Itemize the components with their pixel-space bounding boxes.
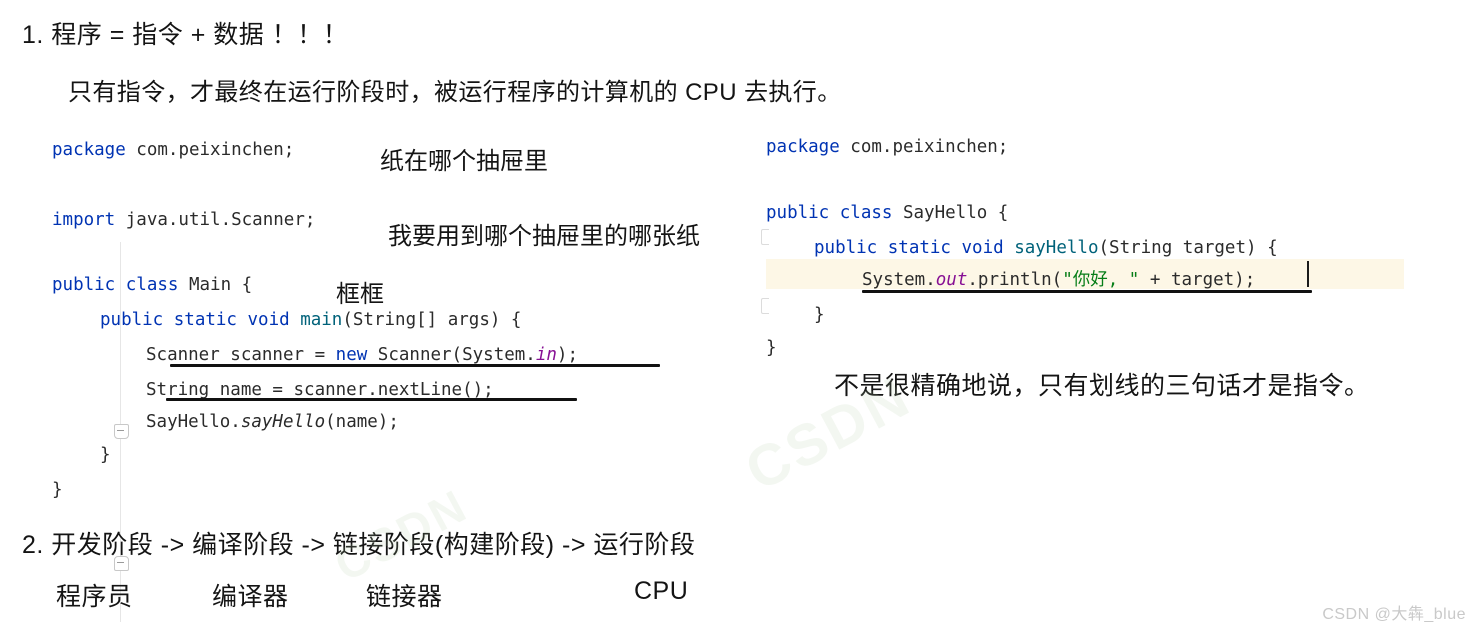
role-linker: 链接器 [366, 583, 443, 611]
code-line[interactable]: } [52, 473, 63, 508]
code-fold-collapse-icon[interactable] [114, 424, 129, 439]
code-token: java.util.Scanner; [115, 210, 316, 230]
code-token: } [100, 445, 111, 465]
code-token: SayHello. [146, 412, 241, 432]
role-compiler: 编译器 [212, 583, 289, 611]
note-item-1-detail: 只有指令，才最终在运行阶段时，被运行程序的计算机的 CPU 去执行。 [68, 79, 842, 106]
code-token: public class [766, 203, 893, 223]
code-line[interactable]: public static void sayHello(String targe… [814, 231, 1278, 266]
code-line[interactable]: public static void main(String[] args) { [100, 303, 521, 338]
code-line[interactable]: public class Main { [52, 268, 252, 303]
code-line[interactable]: } [814, 298, 825, 333]
code-line[interactable]: import java.util.Scanner; [52, 203, 315, 238]
code-token: Main { [178, 275, 253, 295]
left-code-editor[interactable]: package com.peixinchen; import java.util.… [52, 118, 732, 622]
code-token: ); [556, 345, 578, 365]
right-code-editor[interactable]: package com.peixinchen; public class SayH… [766, 124, 1426, 364]
code-token: public static void [100, 310, 290, 330]
code-token: System. [862, 270, 936, 290]
code-token: (String target) { [1098, 238, 1278, 258]
annotation-which-paper-in-which-drawer: 我要用到哪个抽屉里的哪张纸 [388, 223, 700, 250]
code-token: } [52, 480, 63, 500]
code-token: new [335, 345, 368, 365]
annotation-paper-in-which-drawer: 纸在哪个抽屉里 [380, 148, 548, 175]
code-token: com.peixinchen; [125, 140, 295, 160]
code-token: sayHello [240, 412, 326, 432]
code-token: Scanner(System. [367, 345, 536, 365]
role-programmer: 程序员 [56, 583, 133, 611]
code-token: (String[] args) { [342, 310, 522, 330]
csdn-author-watermark: CSDN @大犇_blue [1322, 606, 1466, 623]
code-line[interactable]: package com.peixinchen; [52, 133, 294, 168]
code-line[interactable]: String name = scanner.nextLine(); [146, 373, 494, 408]
note-item-1-program-equals: 1. 程序 = 指令 + 数据 ！！！ [22, 21, 349, 49]
code-token: } [766, 338, 777, 358]
code-line[interactable]: } [100, 438, 111, 473]
code-token: } [814, 305, 825, 325]
handdrawn-underline-string-name-line [166, 398, 577, 401]
code-line[interactable]: package com.peixinchen; [766, 130, 1008, 165]
role-cpu: CPU [634, 577, 689, 605]
code-line[interactable]: public class SayHello { [766, 196, 1008, 231]
code-line[interactable]: SayHello.sayHello(name); [146, 405, 399, 440]
code-token: + target); [1139, 270, 1256, 290]
code-token: in [535, 345, 557, 365]
code-line[interactable]: } [766, 331, 777, 366]
code-token: out [935, 270, 968, 290]
code-token: Scanner scanner = [146, 345, 336, 365]
note-item-2-stages: 2. 开发阶段 -> 编译阶段 -> 链接阶段(构建阶段) -> 运行阶段 [22, 531, 696, 559]
code-token: package [766, 137, 840, 157]
annotation-summary-underlined-are-instructions: 不是很精确地说，只有划线的三句话才是指令。 [834, 372, 1370, 400]
annotation-box: 框框 [336, 281, 384, 308]
code-token: public class [52, 275, 179, 295]
code-token: (name); [325, 412, 399, 432]
code-token: SayHello { [892, 203, 1009, 223]
code-line[interactable]: Scanner scanner = new Scanner(System.in)… [146, 338, 578, 373]
handdrawn-underline-scanner-line [170, 364, 660, 367]
code-token: public static void [814, 238, 1004, 258]
code-token: String name = scanner.nextLine(); [146, 380, 494, 400]
handdrawn-underline-println-line [862, 290, 1312, 293]
code-token: "你好, " [1062, 270, 1140, 290]
code-token: sayHello [1014, 238, 1099, 258]
code-token: com.peixinchen; [839, 137, 1009, 157]
code-token: .println( [967, 270, 1063, 290]
code-token: import [52, 210, 116, 230]
code-token: package [52, 140, 126, 160]
code-token: main [300, 310, 343, 330]
